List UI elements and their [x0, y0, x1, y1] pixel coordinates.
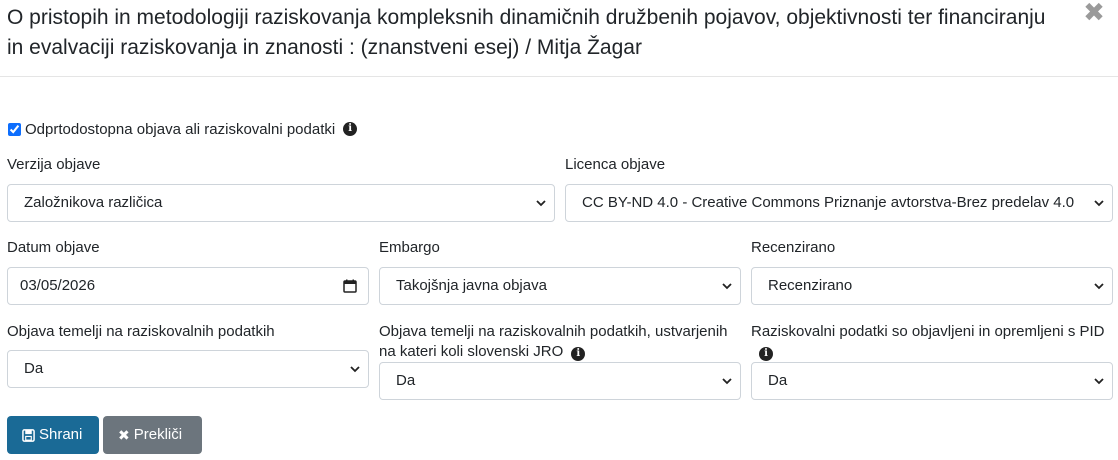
chevron-down-icon — [350, 366, 360, 373]
based-on-jro-label-wrap: Objava temelji na raziskovalnih podatkih… — [379, 322, 741, 362]
info-icon[interactable]: i — [343, 122, 358, 136]
close-icon[interactable]: ✖ — [1082, 0, 1106, 25]
version-select[interactable]: Založnikova različica — [7, 184, 555, 222]
modal-title: O pristopih in metodologiji raziskovanja… — [7, 6, 1046, 59]
embargo-select-value: Takojšnja javna objava — [396, 277, 547, 294]
version-select-value: Založnikova različica — [24, 194, 163, 211]
based-on-jro-select-value: Da — [396, 372, 416, 389]
license-label: Licenca objave — [565, 156, 666, 173]
reviewed-select[interactable]: Recenzirano — [751, 267, 1113, 305]
save-button[interactable]: Shrani — [7, 416, 99, 454]
based-on-jro-select[interactable]: Da — [379, 362, 741, 400]
calendar-icon[interactable] — [343, 279, 357, 293]
pid-label: Raziskovalni podatki so objavljeni in op… — [751, 323, 1105, 340]
open-access-checkbox[interactable] — [8, 122, 21, 136]
chevron-down-icon — [1094, 200, 1104, 207]
pid-select[interactable]: Da — [751, 362, 1113, 400]
info-icon[interactable]: i — [571, 347, 586, 361]
chevron-down-icon — [1094, 283, 1104, 290]
chevron-down-icon — [1094, 378, 1104, 385]
info-icon[interactable]: i — [759, 347, 773, 361]
pid-select-value: Da — [768, 372, 788, 389]
open-access-label: Odprtodostopna objava ali raziskovalni p… — [25, 120, 336, 138]
close-icon: ✖ — [118, 427, 130, 443]
open-access-row: Odprtodostopna objava ali raziskovalni p… — [7, 119, 358, 139]
based-on-data-select[interactable]: Da — [7, 350, 369, 388]
modal-header: O pristopih in metodologiji raziskovanja… — [0, 0, 1118, 77]
date-input-value: 03/05/2026 — [20, 277, 96, 294]
based-on-jro-label: Objava temelji na raziskovalnih podatkih… — [379, 323, 728, 360]
based-on-data-select-value: Da — [24, 360, 44, 377]
cancel-button[interactable]: ✖ Prekliči — [103, 416, 202, 454]
reviewed-select-value: Recenzirano — [768, 277, 853, 294]
pid-label-wrap: Raziskovalni podatki so objavljeni in op… — [751, 322, 1113, 362]
embargo-select[interactable]: Takojšnja javna objava — [379, 267, 741, 305]
date-label: Datum objave — [7, 239, 100, 256]
chevron-down-icon — [536, 200, 546, 207]
version-label: Verzija objave — [7, 156, 101, 173]
chevron-down-icon — [722, 283, 732, 290]
chevron-down-icon — [722, 378, 732, 385]
embargo-label: Embargo — [379, 239, 440, 256]
reviewed-label: Recenzirano — [751, 239, 836, 256]
save-button-label: Shrani — [39, 426, 83, 443]
date-input[interactable]: 03/05/2026 — [7, 267, 369, 305]
license-select-value: CC BY-ND 4.0 - Creative Commons Priznanj… — [582, 194, 1075, 211]
floppy-disk-icon — [22, 428, 35, 442]
cancel-button-label: Prekliči — [133, 426, 183, 443]
license-select[interactable]: CC BY-ND 4.0 - Creative Commons Priznanj… — [565, 184, 1113, 222]
based-on-data-label: Objava temelji na raziskovalnih podatkih — [7, 323, 275, 340]
